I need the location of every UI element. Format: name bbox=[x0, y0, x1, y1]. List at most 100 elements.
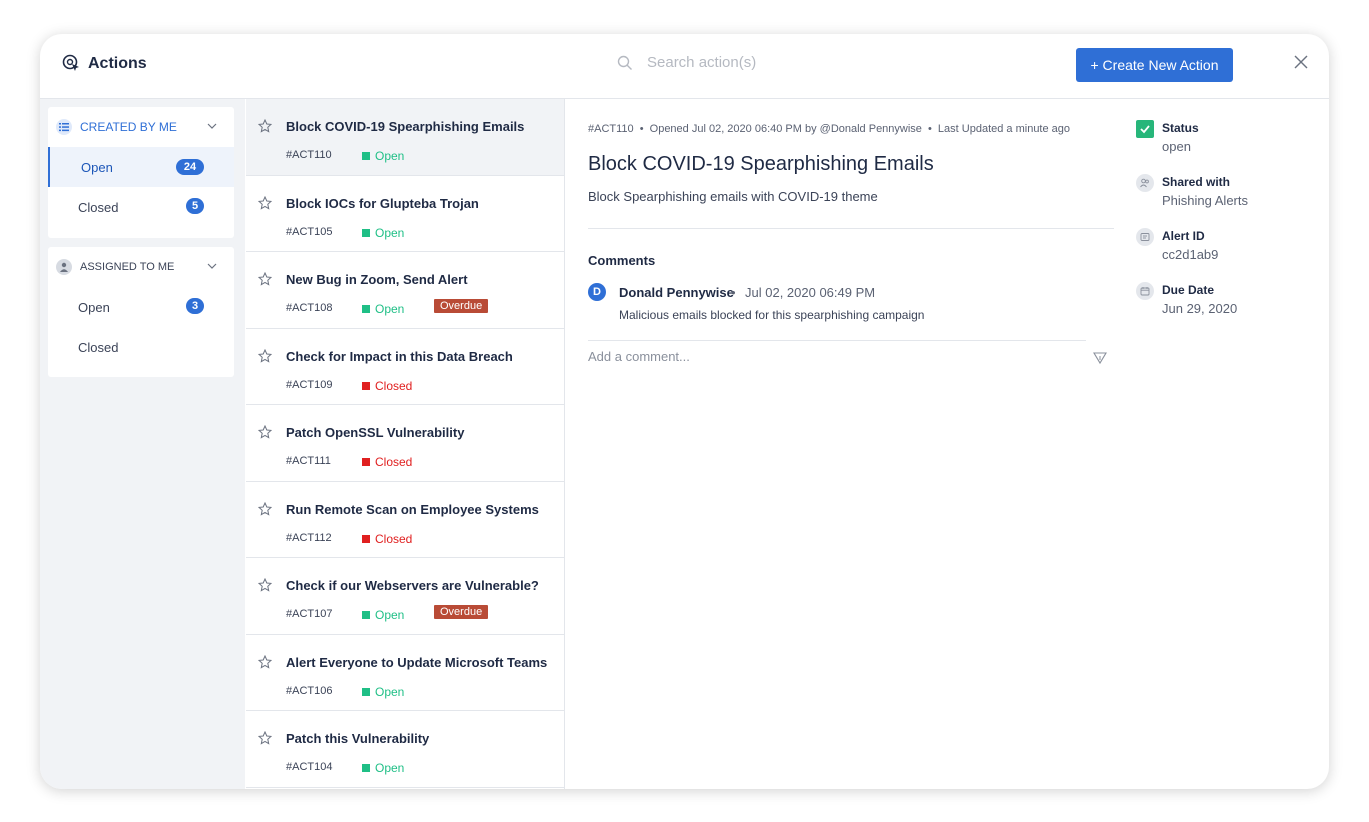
filter-sidebar: CREATED BY ME Open 24 Closed 5 ASSIGNED … bbox=[40, 99, 245, 789]
action-list: Block COVID-19 Spearphishing Emails #ACT… bbox=[246, 99, 565, 789]
divider bbox=[588, 228, 1114, 229]
action-detail: #ACT110 • Opened Jul 02, 2020 06:40 PM b… bbox=[566, 99, 1116, 789]
detail-opened: Opened Jul 02, 2020 06:40 PM by @Donald … bbox=[649, 123, 922, 135]
star-icon[interactable] bbox=[258, 119, 272, 133]
action-list-item[interactable]: Alert Everyone to Update Microsoft Teams… bbox=[246, 635, 564, 711]
shared-value: Phishing Alerts bbox=[1162, 193, 1248, 208]
modal-header: Actions + Create New Action bbox=[40, 34, 1329, 99]
action-id: #ACT108 bbox=[286, 302, 333, 314]
action-list-item[interactable]: New Bug in Zoom, Send Alert #ACT108 Open… bbox=[246, 252, 564, 329]
actions-modal: Actions + Create New Action bbox=[40, 34, 1329, 789]
properties-panel: Status open Shared with Phishing Alerts … bbox=[1136, 99, 1326, 789]
assigned-open-label: Open bbox=[78, 299, 110, 315]
created-closed-count: 5 bbox=[186, 198, 204, 214]
created-by-me-header[interactable]: CREATED BY ME bbox=[48, 107, 234, 147]
star-icon[interactable] bbox=[258, 195, 272, 210]
create-new-action-button[interactable]: + Create New Action bbox=[1076, 48, 1233, 82]
star-icon[interactable] bbox=[258, 501, 272, 516]
action-status-text: Closed bbox=[375, 378, 413, 393]
action-id: #ACT111 bbox=[286, 455, 331, 467]
action-title: Patch this Vulnerability bbox=[286, 731, 430, 746]
divider bbox=[588, 340, 1086, 341]
action-list-item[interactable]: Check for Impact in this Data Breach #AC… bbox=[246, 329, 564, 405]
action-title: Alert Everyone to Update Microsoft Teams bbox=[286, 654, 548, 670]
action-title: Patch OpenSSL Vulnerability bbox=[286, 425, 465, 440]
modal-title-text: Actions bbox=[88, 55, 147, 72]
action-id: #ACT107 bbox=[286, 608, 333, 620]
assigned-closed-filter[interactable]: Closed bbox=[48, 327, 234, 367]
action-status: Open bbox=[362, 302, 404, 316]
send-icon[interactable] bbox=[1093, 351, 1107, 365]
star-icon[interactable] bbox=[258, 578, 272, 592]
add-comment-input[interactable] bbox=[588, 349, 1078, 364]
checkbox-checked-icon[interactable] bbox=[1136, 120, 1154, 138]
action-list-item[interactable]: Block COVID-19 Spearphishing Emails #ACT… bbox=[246, 99, 564, 176]
action-id: #ACT104 bbox=[286, 761, 333, 773]
detail-description: Block Spearphishing emails with COVID-19… bbox=[588, 189, 878, 204]
action-status-text: Open bbox=[375, 149, 405, 163]
action-id: #ACT105 bbox=[286, 225, 333, 238]
detail-title: Block COVID-19 Spearphishing Emails bbox=[588, 153, 934, 175]
star-icon[interactable] bbox=[258, 731, 272, 745]
comment-date: Jul 02, 2020 06:49 PM bbox=[745, 285, 876, 300]
user-icon bbox=[56, 259, 72, 275]
avatar: D bbox=[588, 283, 606, 301]
action-title: Check if our Webservers are Vulnerable? bbox=[286, 578, 539, 593]
assigned-to-me-header[interactable]: ASSIGNED TO ME bbox=[48, 247, 234, 287]
created-by-me-group: CREATED BY ME Open 24 Closed 5 bbox=[48, 107, 234, 238]
search-bar bbox=[617, 54, 947, 71]
action-id: #ACT112 bbox=[286, 531, 332, 544]
action-status-text: Open bbox=[375, 302, 405, 316]
action-id: #ACT110 bbox=[286, 149, 332, 161]
action-list-item[interactable]: Run Remote Scan on Employee Systems #ACT… bbox=[246, 482, 564, 558]
chevron-down-icon bbox=[207, 263, 217, 269]
detail-updated: Last Updated a minute ago bbox=[937, 123, 1071, 135]
list-icon bbox=[56, 119, 72, 135]
due-date-label: Due Date bbox=[1162, 283, 1215, 297]
alert-icon bbox=[1136, 228, 1154, 246]
created-open-label: Open bbox=[81, 159, 113, 175]
action-status-text: Open bbox=[375, 761, 405, 775]
action-title: Block COVID-19 Spearphishing Emails bbox=[286, 119, 525, 134]
action-status-text: Closed bbox=[375, 531, 413, 546]
action-id: #ACT106 bbox=[286, 684, 333, 697]
status-value: open bbox=[1162, 139, 1191, 154]
chevron-down-icon bbox=[207, 123, 217, 129]
search-input[interactable] bbox=[647, 54, 947, 71]
created-open-filter[interactable]: Open 24 bbox=[48, 147, 234, 187]
created-open-count: 24 bbox=[176, 159, 204, 175]
comments-heading: Comments bbox=[588, 253, 656, 268]
assigned-open-count: 3 bbox=[186, 298, 204, 314]
overdue-badge: Overdue bbox=[434, 605, 489, 619]
comment-author: Donald Pennywise bbox=[619, 285, 734, 300]
action-status-text: Closed bbox=[375, 455, 413, 469]
action-status: Open bbox=[362, 685, 404, 699]
action-list-item[interactable]: Check if our Webservers are Vulnerable? … bbox=[246, 558, 564, 635]
action-list-item[interactable]: Block IOCs for Glupteba Trojan #ACT105 O… bbox=[246, 176, 564, 252]
action-status-text: Open bbox=[375, 608, 405, 622]
star-icon[interactable] bbox=[258, 654, 272, 669]
action-status: Open bbox=[362, 761, 404, 775]
created-by-me-label: CREATED BY ME bbox=[80, 120, 177, 134]
shared-label: Shared with bbox=[1162, 175, 1231, 189]
star-icon[interactable] bbox=[258, 272, 272, 286]
action-status: Open bbox=[362, 149, 404, 163]
separator-dot: • bbox=[731, 285, 736, 300]
action-status: Closed bbox=[362, 532, 412, 546]
action-list-item[interactable]: Patch OpenSSL Vulnerability #ACT111 Clos… bbox=[246, 405, 564, 482]
actions-cursor-icon bbox=[62, 54, 79, 71]
alert-label: Alert ID bbox=[1162, 229, 1205, 243]
star-icon[interactable] bbox=[258, 425, 272, 439]
assigned-to-me-label: ASSIGNED TO ME bbox=[80, 261, 175, 273]
created-closed-filter[interactable]: Closed 5 bbox=[48, 187, 234, 227]
assigned-closed-label: Closed bbox=[78, 339, 119, 355]
action-status-text: Open bbox=[375, 225, 405, 240]
assigned-open-filter[interactable]: Open 3 bbox=[48, 287, 234, 327]
assigned-to-me-group: ASSIGNED TO ME Open 3 Closed bbox=[48, 247, 234, 377]
star-icon[interactable] bbox=[258, 348, 272, 363]
close-icon[interactable] bbox=[1292, 53, 1310, 71]
action-list-item[interactable]: Patch this Vulnerability #ACT104 Open bbox=[246, 711, 564, 788]
comment-text: Malicious emails blocked for this spearp… bbox=[619, 308, 925, 322]
action-status-text: Open bbox=[375, 684, 405, 699]
action-title: Check for Impact in this Data Breach bbox=[286, 348, 513, 364]
